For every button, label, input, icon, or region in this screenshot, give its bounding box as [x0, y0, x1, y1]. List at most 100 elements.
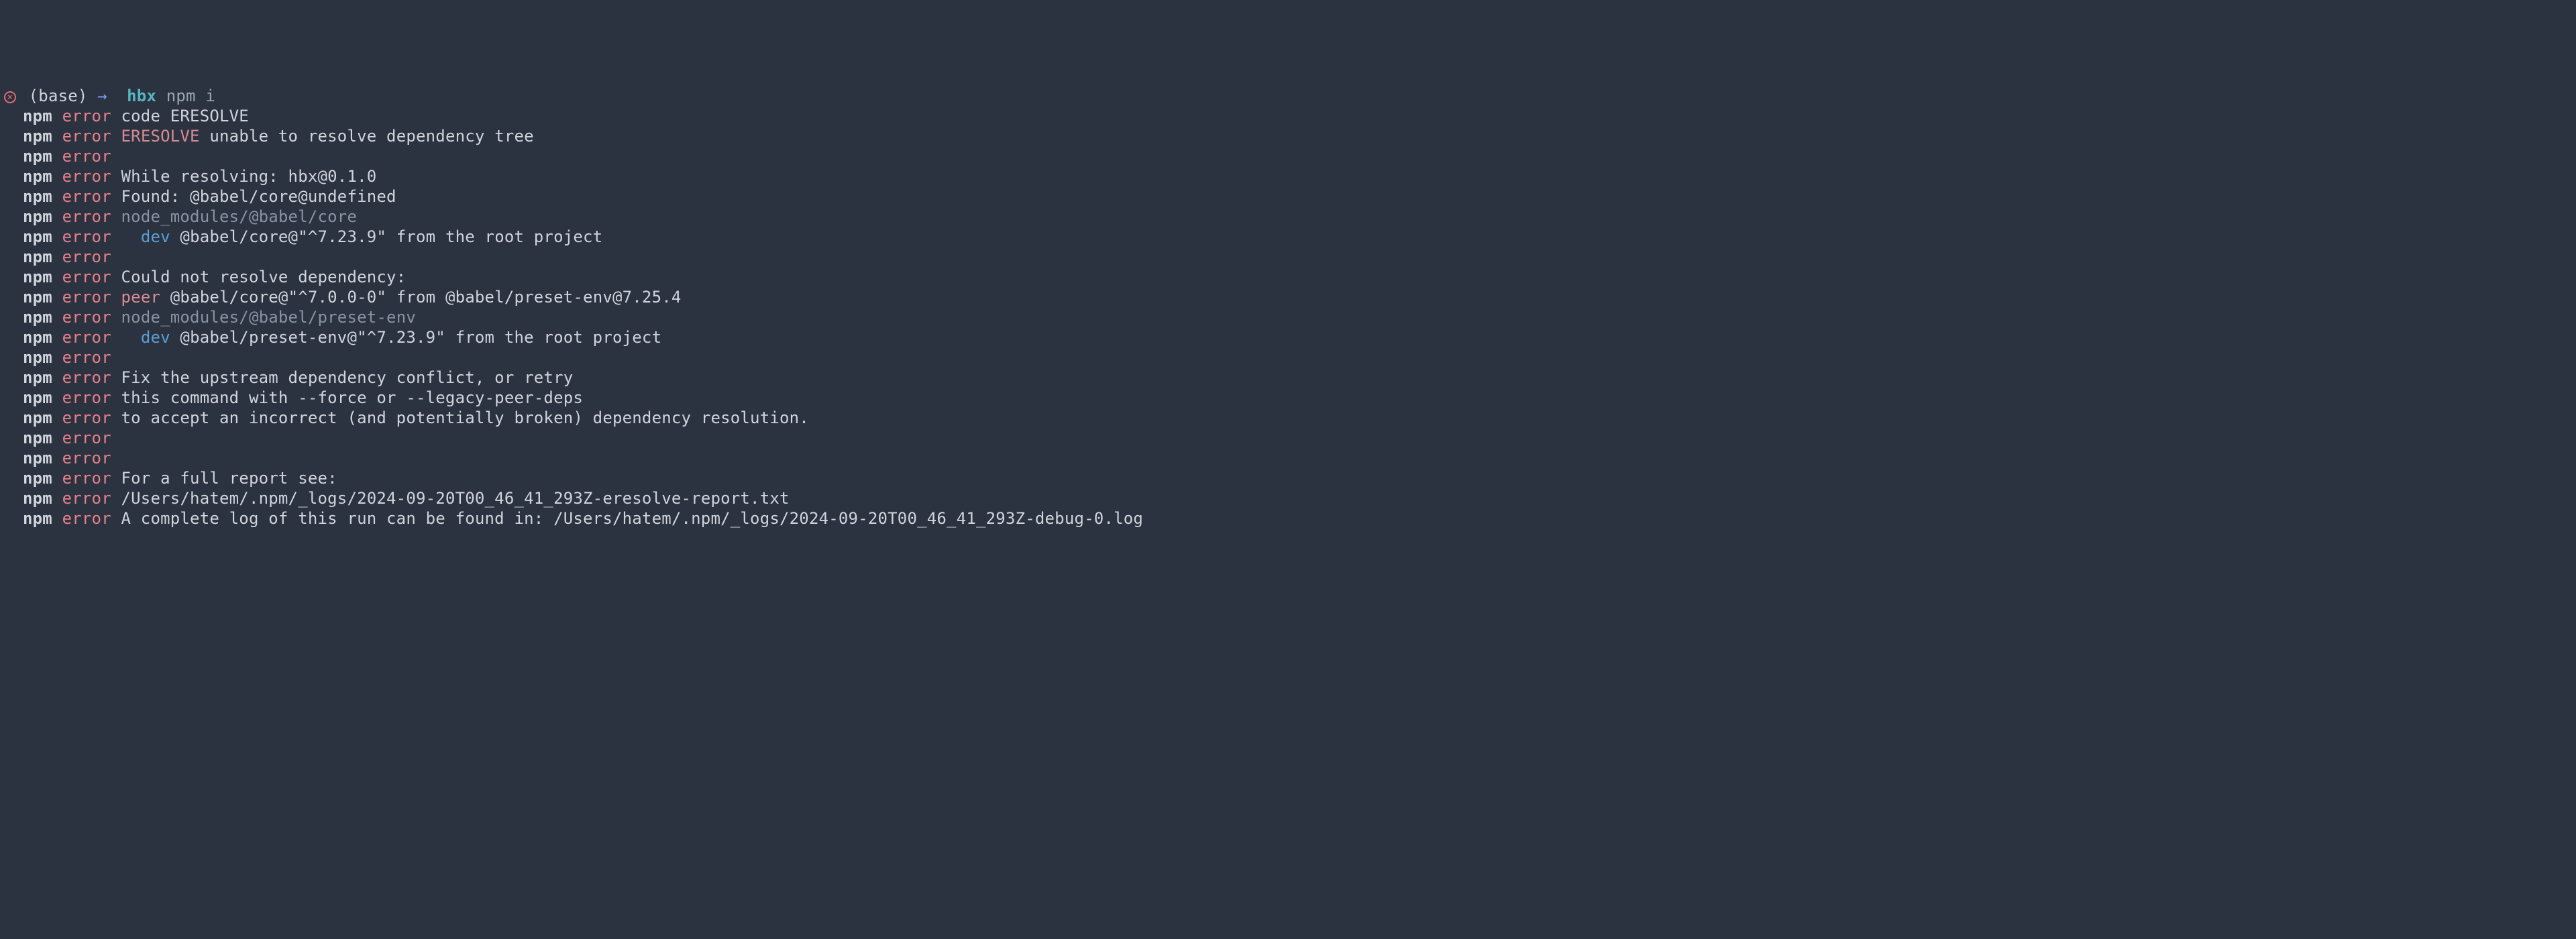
npm-text: npm — [23, 127, 52, 146]
peer-text: peer — [121, 288, 161, 307]
npm-text: npm — [23, 469, 52, 488]
output-line[interactable]: npm error dev @babel/core@"^7.23.9" from… — [4, 227, 2576, 247]
plain-text — [52, 187, 62, 206]
output-line[interactable]: npm error /Users/hatem/.npm/_logs/2024-0… — [4, 488, 2576, 508]
npm-text: npm — [23, 268, 52, 286]
plain-text — [52, 469, 62, 488]
output-line[interactable]: npm error peer @babel/core@"^7.0.0-0" fr… — [4, 287, 2576, 307]
error-text: error — [62, 107, 111, 125]
npm-text: npm — [23, 107, 52, 125]
npm-text: npm — [23, 509, 52, 528]
npm-text: npm — [23, 388, 52, 407]
error-text: error — [62, 469, 111, 488]
plain-text — [111, 308, 121, 327]
path-text: node_modules/@babel/preset-env — [121, 308, 416, 327]
plain-text: to accept an incorrect (and potentially … — [111, 408, 809, 427]
npm-text: npm — [23, 368, 52, 387]
plain-text — [52, 147, 62, 166]
prompt-line[interactable]: × (base) → hbx npm i — [4, 86, 2576, 106]
output-line[interactable]: npm error Could not resolve dependency: — [4, 267, 2576, 287]
npm-text: npm — [23, 489, 52, 508]
output-line[interactable]: npm error Found: @babel/core@undefined — [4, 186, 2576, 207]
plain-text — [52, 207, 62, 226]
conda-env: (base) — [19, 87, 97, 105]
plain-text — [52, 368, 62, 387]
npm-text: npm — [23, 288, 52, 307]
error-text: error — [62, 207, 111, 226]
error-text: error — [62, 449, 111, 467]
output-line[interactable]: npm error to accept an incorrect (and po… — [4, 408, 2576, 428]
plain-text — [52, 348, 62, 367]
output-line[interactable]: npm error node_modules/@babel/core — [4, 207, 2576, 227]
output-line[interactable]: npm error For a full report see: — [4, 468, 2576, 488]
plain-text — [52, 489, 62, 508]
npm-text: npm — [23, 247, 52, 266]
plain-text — [52, 127, 62, 146]
npm-text: npm — [23, 308, 52, 327]
npm-text: npm — [23, 227, 52, 246]
npm-text: npm — [23, 408, 52, 427]
output-line[interactable]: npm error A complete log of this run can… — [4, 508, 2576, 529]
plain-text: /Users/hatem/.npm/_logs/2024-09-20T00_46… — [111, 489, 790, 508]
output-line[interactable]: npm error Fix the upstream dependency co… — [4, 368, 2576, 388]
plain-text — [52, 247, 62, 266]
plain-text — [52, 408, 62, 427]
error-text: error — [62, 509, 111, 528]
error-icon: × — [4, 91, 16, 103]
plain-text — [52, 509, 62, 528]
plain-text: @babel/core@"^7.23.9" from the root proj… — [170, 227, 603, 246]
plain-text: @babel/core@"^7.0.0-0" from @babel/prese… — [160, 288, 681, 307]
npm-text: npm — [23, 328, 52, 347]
peer-text: ERESOLVE — [121, 127, 200, 146]
plain-text — [52, 388, 62, 407]
output-line[interactable]: npm error — [4, 247, 2576, 267]
prompt-arrow-icon: → — [97, 87, 107, 105]
output-line[interactable]: npm error — [4, 347, 2576, 368]
output-line[interactable]: npm error While resolving: hbx@0.1.0 — [4, 166, 2576, 186]
dev-text: dev — [141, 227, 170, 246]
error-text: error — [62, 328, 111, 347]
plain-text — [111, 207, 121, 226]
error-text: error — [62, 388, 111, 407]
terminal-output[interactable]: × (base) → hbx npm inpm error code ERESO… — [4, 86, 2576, 529]
error-text: error — [62, 368, 111, 387]
plain-text — [52, 429, 62, 447]
error-text: error — [62, 288, 111, 307]
plain-text — [52, 167, 62, 186]
plain-text: A complete log of this run can be found … — [111, 509, 1143, 528]
npm-text: npm — [23, 348, 52, 367]
error-text: error — [62, 147, 111, 166]
plain-text — [52, 288, 62, 307]
error-text: error — [62, 167, 111, 186]
plain-text — [52, 328, 62, 347]
output-line[interactable]: npm error this command with --force or -… — [4, 388, 2576, 408]
npm-text: npm — [23, 207, 52, 226]
npm-text: npm — [23, 167, 52, 186]
npm-text: npm — [23, 147, 52, 166]
output-line[interactable]: npm error — [4, 146, 2576, 166]
plain-text: @babel/preset-env@"^7.23.9" from the roo… — [170, 328, 661, 347]
cwd: hbx — [107, 87, 156, 105]
plain-text: unable to resolve dependency tree — [200, 127, 534, 146]
output-line[interactable]: npm error — [4, 448, 2576, 468]
plain-text: Could not resolve dependency: — [111, 268, 406, 286]
output-line[interactable]: npm error dev @babel/preset-env@"^7.23.9… — [4, 327, 2576, 347]
npm-text: npm — [23, 187, 52, 206]
path-text: node_modules/@babel/core — [121, 207, 358, 226]
plain-text: While resolving: hbx@0.1.0 — [111, 167, 377, 186]
npm-text: npm — [23, 449, 52, 467]
error-text: error — [62, 227, 111, 246]
error-text: error — [62, 348, 111, 367]
output-line[interactable]: npm error ERESOLVE unable to resolve dep… — [4, 126, 2576, 146]
output-line[interactable]: npm error node_modules/@babel/preset-env — [4, 307, 2576, 327]
plain-text: this command with --force or --legacy-pe… — [111, 388, 583, 407]
output-line[interactable]: npm error — [4, 428, 2576, 448]
plain-text: For a full report see: — [111, 469, 337, 488]
plain-text — [111, 328, 141, 347]
error-text: error — [62, 127, 111, 146]
typed-command[interactable]: npm i — [156, 87, 215, 105]
plain-text — [52, 308, 62, 327]
output-line[interactable]: npm error code ERESOLVE — [4, 106, 2576, 126]
error-text: error — [62, 308, 111, 327]
plain-text: code ERESOLVE — [111, 107, 249, 125]
